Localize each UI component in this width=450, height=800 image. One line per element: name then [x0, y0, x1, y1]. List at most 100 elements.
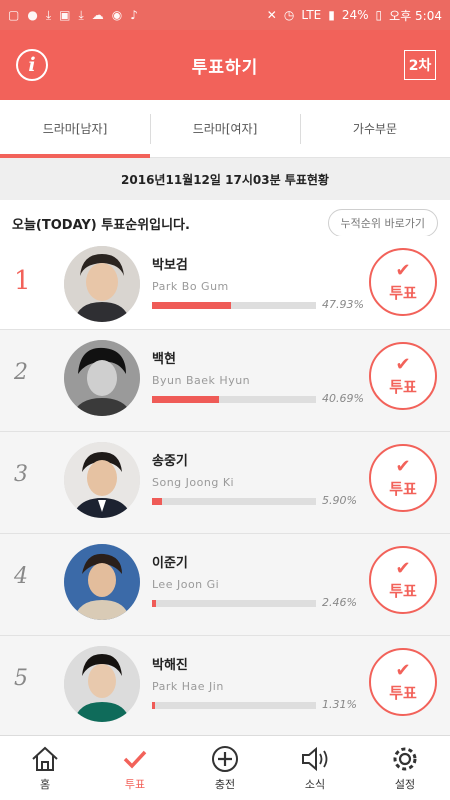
rank-number: 2	[14, 360, 28, 385]
candidate-row: 4 이준기 Lee Joon Gi 2.46% ✔ 투표	[0, 534, 450, 636]
avatar	[64, 442, 140, 518]
download-icon: ⤓	[78, 7, 84, 22]
nav-charge-label: 충전	[214, 778, 236, 791]
candidate-row: 2 백현 Byun Baek Hyun 40.69% ✔ 투표	[0, 330, 450, 432]
nav-charge[interactable]: 충전	[180, 736, 270, 800]
vote-progress-fill	[152, 702, 156, 709]
vote-button-label: 투표	[389, 377, 417, 396]
vote-progress-bar	[152, 302, 316, 309]
cloud-icon: ☁	[91, 8, 104, 22]
vote-button-label: 투표	[389, 683, 417, 702]
candidate-name: 박보검	[152, 258, 188, 273]
vote-status-date: 2016년11월12일 17시03분 투표현황	[0, 158, 450, 200]
category-tabs: 드라마[남자] 드라마[여자] 가수부문	[0, 100, 450, 158]
check-icon: ✔	[395, 259, 411, 281]
check-icon: ✔	[395, 557, 411, 579]
nav-settings-label: 설정	[394, 778, 416, 791]
vote-button-label: 투표	[389, 283, 417, 302]
vote-progress-bar	[152, 396, 316, 403]
vote-progress-bar	[152, 498, 316, 505]
candidate-english-name: Park Hae Jin	[152, 680, 224, 693]
candidate-row: 5 박해진 Park Hae Jin 1.31% ✔ 투표	[0, 636, 450, 738]
battery-icon: ▯	[375, 8, 383, 22]
vote-progress-fill	[152, 498, 162, 505]
signal-icon: ▮	[328, 8, 335, 22]
home-icon	[31, 744, 59, 774]
nav-vote-label: 투표	[124, 778, 146, 791]
vote-button[interactable]: ✔ 투표	[369, 546, 437, 614]
check-icon: ✔	[395, 455, 411, 477]
nav-news[interactable]: 소식	[270, 736, 360, 800]
vote-percent: 5.90%	[322, 494, 357, 507]
app-icon: ●	[27, 8, 38, 22]
vote-progress-bar	[152, 702, 316, 709]
mute-icon: ✕	[266, 8, 277, 22]
candidate-english-name: Byun Baek Hyun	[152, 374, 251, 387]
vote-button-label: 투표	[389, 581, 417, 600]
candidate-name: 이준기	[152, 556, 188, 571]
candidate-name: 백현	[152, 352, 176, 367]
vote-button[interactable]: ✔ 투표	[369, 342, 437, 410]
gear-icon	[391, 744, 419, 774]
nav-vote[interactable]: 투표	[90, 736, 180, 800]
bottom-navigation: 홈 투표 충전 소식 설정	[0, 735, 450, 800]
network-label: LTE	[301, 8, 322, 22]
plus-circle-icon	[211, 744, 239, 774]
tab-drama-female[interactable]: 드라마[여자]	[150, 100, 300, 157]
cumulative-ranking-button[interactable]: 누적순위 바로가기	[327, 209, 438, 237]
tab-drama-male[interactable]: 드라마[남자]	[0, 100, 150, 158]
vote-progress-fill	[152, 396, 219, 403]
download-icon: ⤓	[45, 7, 52, 22]
vote-percent: 47.93%	[322, 298, 364, 311]
nav-home-label: 홈	[39, 778, 51, 791]
talk-icon: ◉	[111, 8, 123, 22]
check-icon: ✔	[395, 659, 411, 681]
tab-singer[interactable]: 가수부문	[300, 100, 450, 157]
nav-news-label: 소식	[304, 778, 326, 791]
rank-number: 1	[14, 266, 31, 296]
rank-number: 3	[14, 462, 28, 487]
status-bar: ▢ ● ⤓ ▣ ⤓ ☁ ◉ ♪ ✕ ◷ LTE ▮ 24% ▯ 오후 5:04	[0, 0, 450, 30]
rank-number: 4	[14, 564, 28, 589]
vote-button[interactable]: ✔ 투표	[369, 648, 437, 716]
chat-icon: ▢	[8, 8, 20, 22]
vote-percent: 2.46%	[322, 596, 357, 609]
avatar	[64, 646, 140, 722]
check-icon: ✔	[395, 353, 411, 375]
vote-button[interactable]: ✔ 투표	[369, 444, 437, 512]
vote-progress-fill	[152, 600, 157, 607]
speaker-icon	[300, 744, 330, 774]
avatar	[64, 340, 140, 416]
candidate-name: 송중기	[152, 454, 188, 469]
candidate-english-name: Song Joong Ki	[152, 476, 235, 489]
vote-progress-bar	[152, 600, 316, 607]
vote-button-label: 투표	[389, 479, 417, 498]
candidate-row: 1 박보검 Park Bo Gum 47.93% ✔ 투표	[0, 236, 450, 330]
vote-percent: 1.31%	[322, 698, 357, 711]
rank-number: 5	[14, 666, 28, 691]
vote-button[interactable]: ✔ 투표	[369, 248, 437, 316]
system-status: ✕ ◷ LTE ▮ 24% ▯ 오후 5:04	[267, 7, 442, 24]
info-icon[interactable]: i	[16, 49, 48, 81]
avatar	[64, 246, 140, 322]
avatar	[64, 544, 140, 620]
microphone-icon: ♪	[130, 8, 138, 22]
round-button[interactable]: 2차	[404, 50, 436, 80]
nav-settings[interactable]: 설정	[360, 736, 450, 800]
clock: 오후 5:04	[389, 8, 442, 23]
ranking-title: 오늘(TODAY) 투표순위입니다.	[12, 217, 190, 233]
candidate-english-name: Lee Joon Gi	[152, 578, 220, 591]
alarm-icon: ◷	[283, 8, 295, 22]
candidate-name: 박해진	[152, 658, 188, 673]
page-title: 투표하기	[191, 57, 259, 78]
check-icon	[122, 744, 148, 774]
vote-progress-fill	[152, 302, 231, 309]
app-header: i 투표하기 2차	[0, 30, 450, 100]
notification-icons: ▢ ● ⤓ ▣ ⤓ ☁ ◉ ♪	[8, 8, 138, 23]
candidate-row: 3 송중기 Song Joong Ki 5.90% ✔ 투표	[0, 432, 450, 534]
vote-percent: 40.69%	[322, 392, 364, 405]
candidate-english-name: Park Bo Gum	[152, 280, 229, 293]
gallery-icon: ▣	[59, 8, 71, 22]
nav-home[interactable]: 홈	[0, 736, 90, 800]
battery-label: 24%	[341, 8, 369, 22]
